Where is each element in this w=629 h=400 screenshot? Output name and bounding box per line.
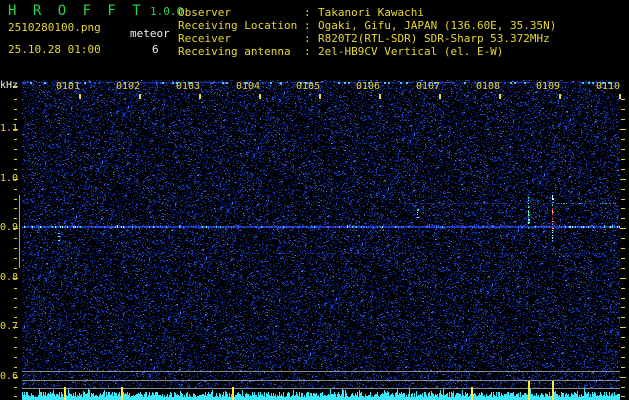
station-info: Observer: Takanori Kawachi Receiving Locat… <box>178 6 556 58</box>
freq-minor-tick <box>14 307 17 308</box>
freq-minor-tick <box>14 258 17 259</box>
freq-minor-tick-right <box>621 149 625 150</box>
time-tick <box>139 94 141 99</box>
time-tick <box>439 94 441 99</box>
time-label-0101: 0101 <box>56 81 81 92</box>
app-title: H R O F F T <box>8 3 145 19</box>
freq-minor-tick <box>14 288 17 289</box>
freq-minor-tick-right <box>621 139 625 140</box>
freq-minor-tick <box>14 298 17 299</box>
freq-minor-tick <box>14 149 17 150</box>
info-row-3: Receiving antenna:2el-HB9CV Vertical (el… <box>178 45 504 58</box>
info-row-2: Receiver: R820T2(RTL-SDR) SDR-Sharp 53.37… <box>178 32 550 45</box>
freq-minor-tick-right <box>621 367 625 368</box>
time-tick <box>79 94 81 99</box>
time-tick <box>199 94 201 99</box>
freq-minor-tick-right <box>621 317 625 318</box>
freq-minor-tick-right <box>621 119 625 120</box>
freq-minor-tick <box>14 387 17 388</box>
freq-minor-tick-right <box>621 238 625 239</box>
freq-axis-tick-right <box>620 129 626 130</box>
time-label-0104: 0104 <box>236 81 261 92</box>
freq-axis-tick <box>13 129 18 130</box>
time-label-0103: 0103 <box>176 81 201 92</box>
freq-axis-tick <box>13 377 18 378</box>
header: H R O F F T 1.0.0 2510280100.png meteor … <box>0 0 629 80</box>
freq-minor-tick <box>14 169 17 170</box>
freq-minor-tick <box>14 199 17 200</box>
time-label-0105: 0105 <box>296 81 321 92</box>
freq-minor-tick <box>14 109 17 110</box>
freq-minor-tick-right <box>621 109 625 110</box>
freq-axis-tick <box>13 179 18 180</box>
freq-minor-tick-right <box>621 99 625 100</box>
time-label-0102: 0102 <box>116 81 141 92</box>
info-row-1: Receiving Location: Ogaki, Gifu, JAPAN (1… <box>178 19 557 32</box>
freq-minor-tick-right <box>621 248 625 249</box>
meteor-count: 6 <box>152 43 159 56</box>
freq-minor-tick <box>14 238 17 239</box>
freq-axis-tick-right <box>620 377 626 378</box>
time-label-0110: 0110 <box>596 81 621 92</box>
time-tick <box>259 94 261 99</box>
freq-minor-tick <box>14 396 17 397</box>
freq-minor-tick <box>14 189 17 190</box>
observation-datetime: 25.10.28 01:00 <box>8 43 101 56</box>
time-tick <box>379 94 381 99</box>
freq-axis-tick-right <box>620 278 626 279</box>
freq-minor-tick-right <box>621 396 625 397</box>
freq-minor-tick-right <box>621 218 625 219</box>
freq-minor-tick-right <box>621 387 625 388</box>
freq-minor-tick <box>14 337 17 338</box>
freq-minor-tick-right <box>621 258 625 259</box>
time-tick <box>619 94 621 99</box>
freq-minor-tick-right <box>621 298 625 299</box>
time-label-0108: 0108 <box>476 81 501 92</box>
time-tick <box>499 94 501 99</box>
freq-axis-tick <box>13 228 18 229</box>
freq-minor-tick <box>14 139 17 140</box>
time-label-0106: 0106 <box>356 81 381 92</box>
freq-minor-tick <box>14 357 17 358</box>
freq-minor-tick-right <box>621 347 625 348</box>
freq-axis-tick <box>13 327 18 328</box>
freq-minor-tick-right <box>621 199 625 200</box>
freq-minor-tick-right <box>621 169 625 170</box>
time-tick <box>559 94 561 99</box>
freq-minor-tick <box>14 218 17 219</box>
freq-minor-tick-right <box>621 288 625 289</box>
freq-minor-tick-right <box>621 159 625 160</box>
freq-minor-tick <box>14 367 17 368</box>
freq-minor-tick-right <box>621 307 625 308</box>
hrofft-window: H R O F F T 1.0.0 2510280100.png meteor … <box>0 0 629 400</box>
freq-minor-tick <box>14 317 17 318</box>
detection-band-marker <box>19 194 20 269</box>
freq-axis-tick <box>13 86 18 87</box>
spectrogram-panel: kHz 1.1 1.0 0.9 0.8 0.7 0.6 0101 0102 0103 0104 010… <box>0 80 629 400</box>
freq-minor-tick-right <box>621 268 625 269</box>
freq-minor-tick <box>14 208 17 209</box>
freq-minor-tick-right <box>621 208 625 209</box>
time-label-0109: 0109 <box>536 81 561 92</box>
time-label-0107: 0107 <box>416 81 441 92</box>
freq-minor-tick <box>14 99 17 100</box>
freq-minor-tick-right <box>621 189 625 190</box>
mode-label: meteor <box>130 27 170 40</box>
freq-minor-tick <box>14 248 17 249</box>
freq-minor-tick-right <box>621 337 625 338</box>
freq-axis-tick-right <box>620 327 626 328</box>
info-row-0: Observer: Takanori Kawachi <box>178 6 424 19</box>
freq-minor-tick <box>14 268 17 269</box>
freq-axis-tick-right <box>620 228 626 229</box>
output-filename: 2510280100.png <box>8 21 101 34</box>
spectrogram-canvas <box>22 80 620 400</box>
freq-minor-tick <box>14 347 17 348</box>
freq-axis-tick-right <box>620 179 626 180</box>
freq-axis-tick <box>13 278 18 279</box>
freq-minor-tick <box>14 119 17 120</box>
time-tick <box>319 94 321 99</box>
freq-minor-tick <box>14 159 17 160</box>
freq-minor-tick-right <box>621 357 625 358</box>
